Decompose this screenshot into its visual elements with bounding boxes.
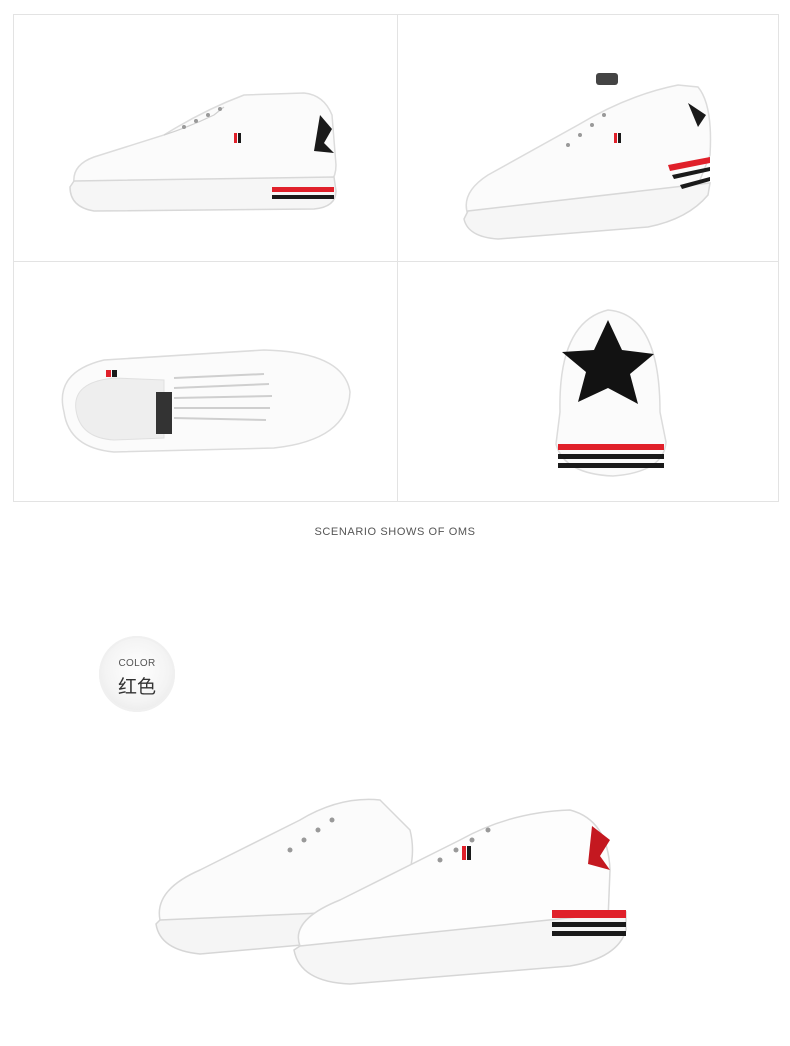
product-image-side-view[interactable] xyxy=(14,15,397,261)
sneaker-rear-quarter-illustration xyxy=(463,73,712,240)
sneaker-heel-illustration xyxy=(555,309,667,477)
product-view-grid xyxy=(13,14,779,502)
sneaker-side-illustration xyxy=(69,92,337,212)
color-badge-label-cn: 红色 xyxy=(117,676,156,698)
section-caption: SCENARIO SHOWS OF OMS xyxy=(314,526,476,538)
product-image-top-view[interactable] xyxy=(14,262,397,503)
color-badge-label-en: COLOR xyxy=(118,658,156,669)
sneaker-pair-image[interactable] xyxy=(140,760,640,1000)
sneaker-top-illustration xyxy=(61,349,351,453)
product-image-heel-view[interactable] xyxy=(398,262,780,503)
color-badge: COLOR 红色 xyxy=(99,636,175,712)
product-image-rear-quarter-view[interactable] xyxy=(398,15,780,261)
